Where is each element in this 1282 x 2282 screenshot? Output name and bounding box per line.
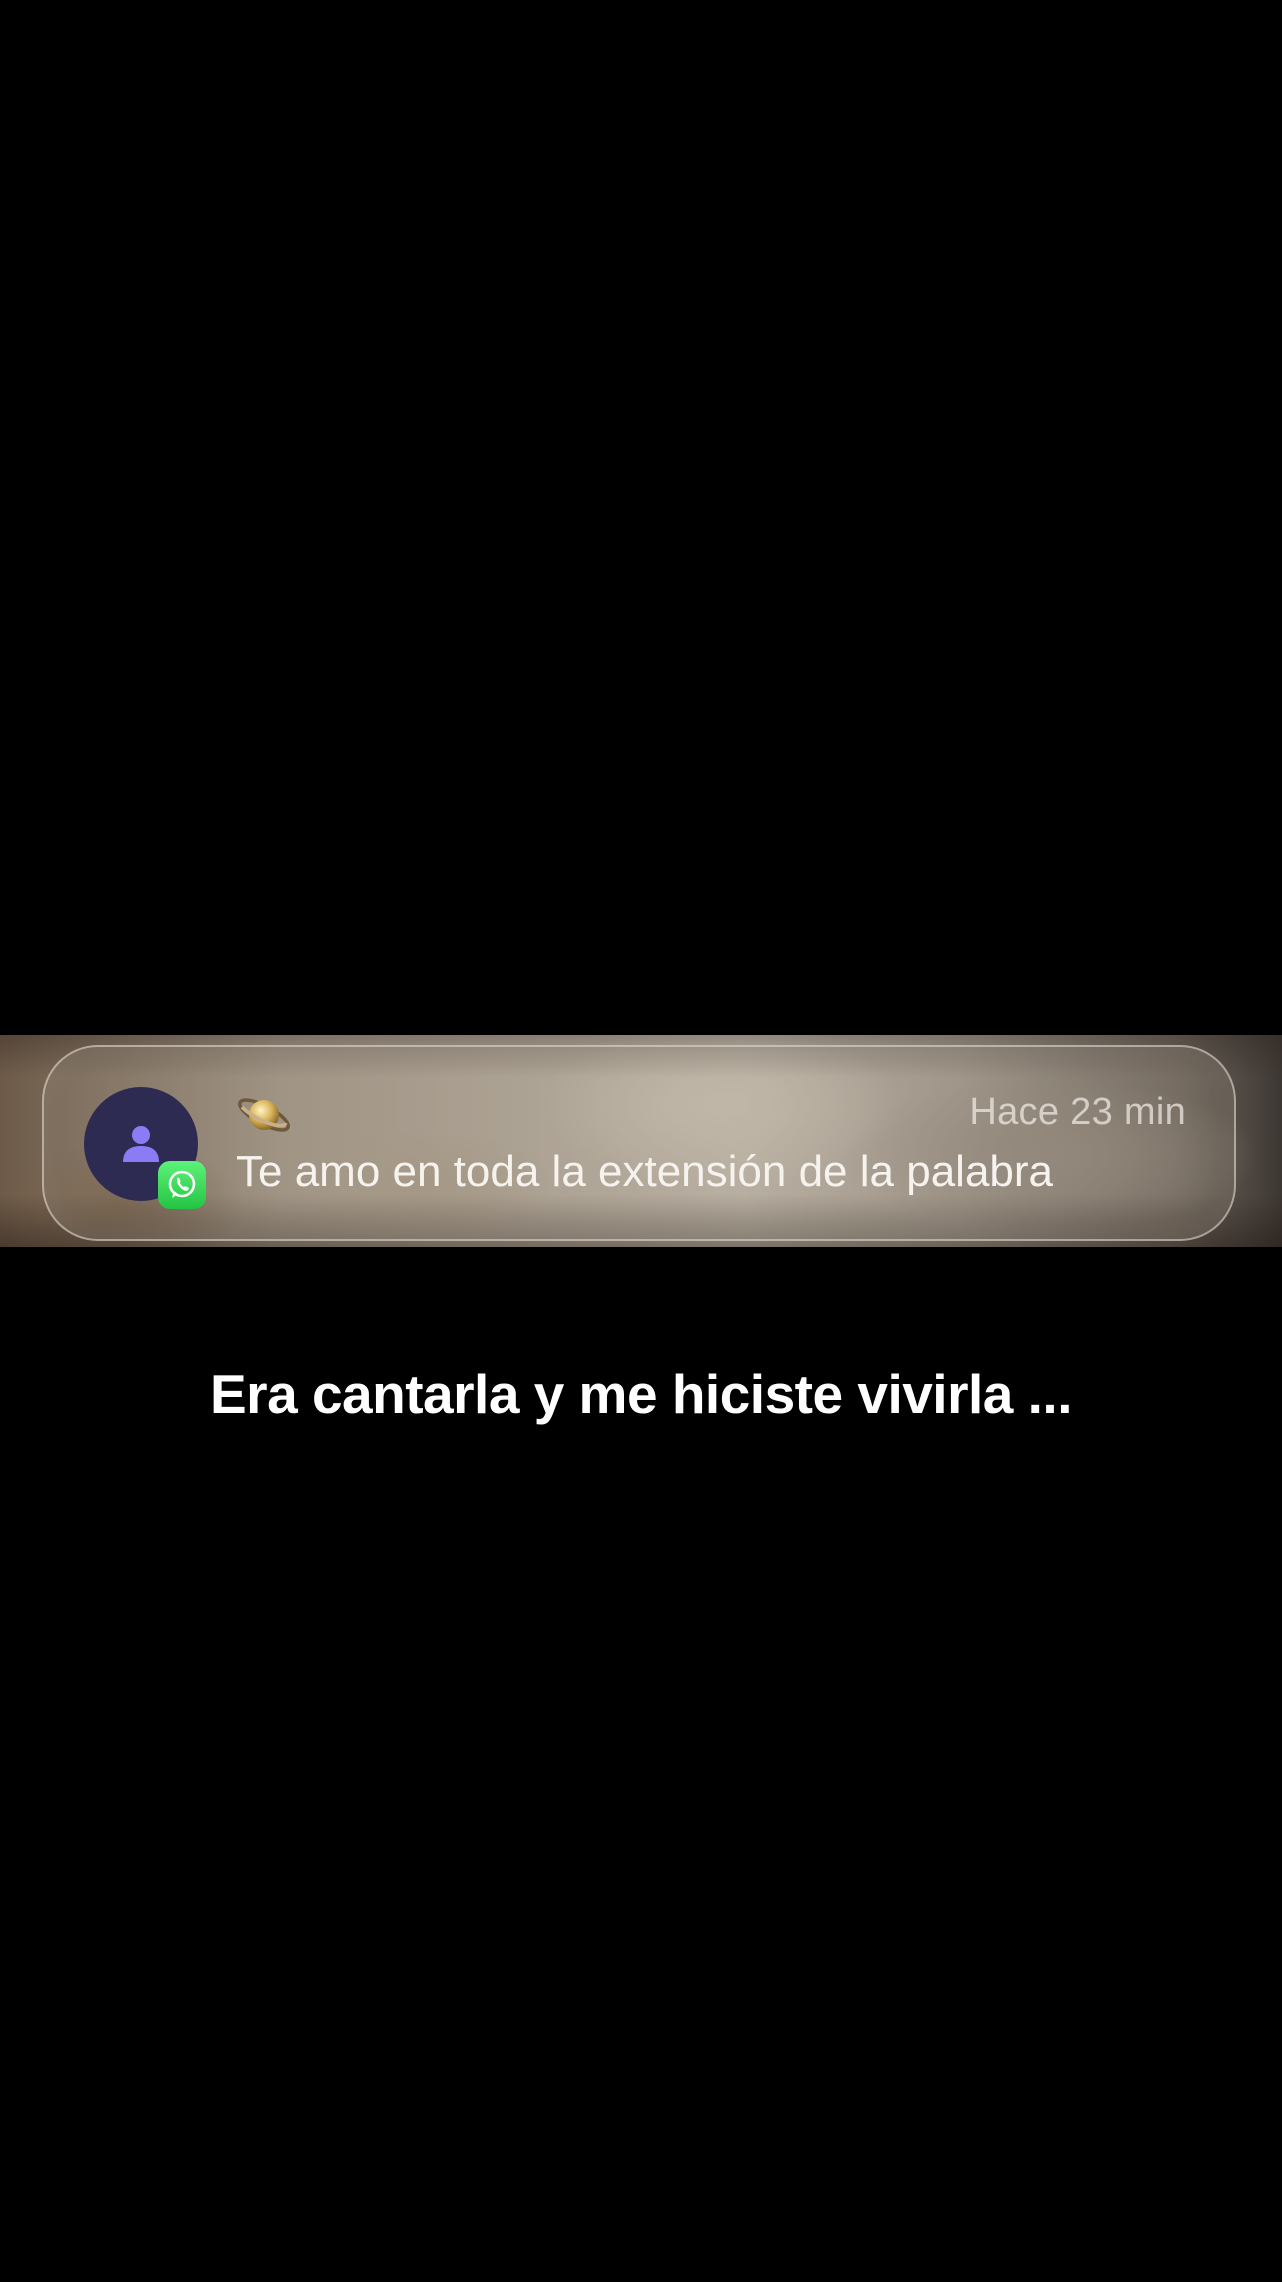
notification-message: Te amo en toda la extensión de la palabr… [236, 1147, 1054, 1196]
notification-timestamp: Hace 23 min [969, 1091, 1186, 1133]
whatsapp-notification[interactable]: Hace 23 min Te amo en toda la extensión … [42, 1045, 1236, 1241]
whatsapp-icon [158, 1161, 206, 1209]
person-icon [123, 1126, 159, 1162]
video-caption: Era cantarla y me hiciste vivirla ... [210, 1363, 1072, 1425]
ringed-planet-icon [238, 1098, 290, 1132]
